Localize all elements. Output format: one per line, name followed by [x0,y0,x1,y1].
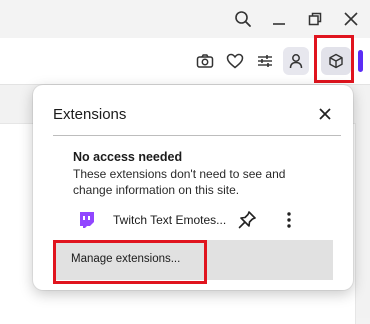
accent-bar [358,50,363,72]
popup-title: Extensions [53,106,127,123]
camera-icon[interactable] [193,49,217,73]
minimize-icon[interactable] [267,7,291,31]
sliders-icon[interactable] [253,49,277,73]
manage-extensions-button[interactable]: Manage extensions... [53,240,333,280]
extensions-cube-icon [329,53,343,69]
close-icon [319,108,331,120]
popup-close-button[interactable] [315,104,335,124]
pin-icon [238,211,256,229]
pin-button[interactable] [235,208,259,232]
close-icon[interactable] [339,7,363,31]
more-options-button[interactable] [277,208,301,232]
section-description: These extensions don't need to see and c… [73,167,286,197]
divider [53,135,341,136]
manage-extensions-label: Manage extensions... [71,253,181,265]
search-icon[interactable] [231,7,255,31]
title-bar [0,0,370,38]
restore-icon[interactable] [303,7,327,31]
extension-name[interactable]: Twitch Text Emotes... [113,213,226,227]
extension-row: Twitch Text Emotes... [73,205,343,235]
extensions-button[interactable] [321,47,351,75]
heart-icon[interactable] [223,49,247,73]
section-title: No access needed [73,150,183,164]
browser-toolbar [0,35,370,85]
more-vertical-icon [287,212,291,228]
profile-icon[interactable] [284,49,308,73]
twitch-extension-icon[interactable] [77,210,97,230]
extensions-popup: Extensions No access needed These extens… [33,85,353,290]
